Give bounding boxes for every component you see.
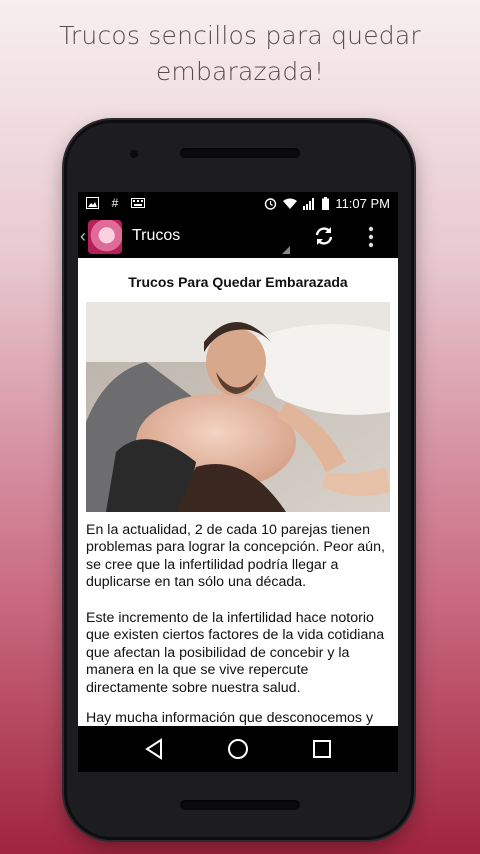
home-icon[interactable] — [226, 737, 250, 761]
back-chevron-icon[interactable]: ‹ — [80, 226, 86, 247]
refresh-icon[interactable] — [312, 224, 336, 248]
phone-screen: # 11:07 PM ‹ Trucos Trucos Para Quedar E… — [78, 192, 398, 772]
article-paragraph-3: Hay mucha información que desconocemos y — [86, 710, 374, 726]
article-content[interactable]: Trucos Para Quedar Embarazada En la actu… — [78, 258, 398, 726]
signal-icon — [303, 197, 315, 210]
status-time: 11:07 PM — [335, 196, 390, 211]
bottom-speaker — [180, 800, 300, 810]
app-logo[interactable] — [88, 220, 122, 254]
back-icon[interactable] — [142, 737, 166, 761]
recents-icon[interactable] — [310, 737, 334, 761]
status-right-icons: 11:07 PM — [264, 196, 390, 211]
article-photo — [86, 302, 390, 512]
front-camera — [130, 150, 138, 158]
status-left-icons: # — [86, 196, 145, 210]
hash-icon: # — [111, 196, 119, 210]
keyboard-icon — [131, 198, 145, 208]
spinner-indicator-icon — [282, 246, 290, 254]
wifi-icon — [283, 198, 298, 209]
article-paragraph-2: Este incremento de la infertilidad hace … — [86, 610, 385, 696]
promo-headline: Trucos sencillos para quedar embarazada! — [0, 18, 480, 90]
battery-icon — [322, 197, 330, 210]
overflow-menu-icon[interactable] — [368, 226, 374, 248]
app-bar: ‹ Trucos — [78, 216, 398, 258]
earpiece-speaker — [180, 148, 300, 158]
article-paragraph-1: En la actualidad, 2 de cada 10 parejas t… — [86, 522, 385, 591]
navigation-bar — [78, 726, 398, 772]
promo-headline-line2: embarazada! — [155, 57, 325, 86]
phone-frame: # 11:07 PM ‹ Trucos Trucos Para Quedar E… — [64, 120, 414, 840]
status-bar: # 11:07 PM — [78, 192, 398, 216]
couple-photo-illustration — [86, 302, 390, 512]
promo-headline-line1: Trucos sencillos para quedar — [59, 21, 421, 50]
app-title[interactable]: Trucos — [132, 227, 180, 245]
article-title: Trucos Para Quedar Embarazada — [128, 274, 348, 290]
alarm-icon — [265, 198, 277, 210]
image-icon — [86, 197, 99, 209]
